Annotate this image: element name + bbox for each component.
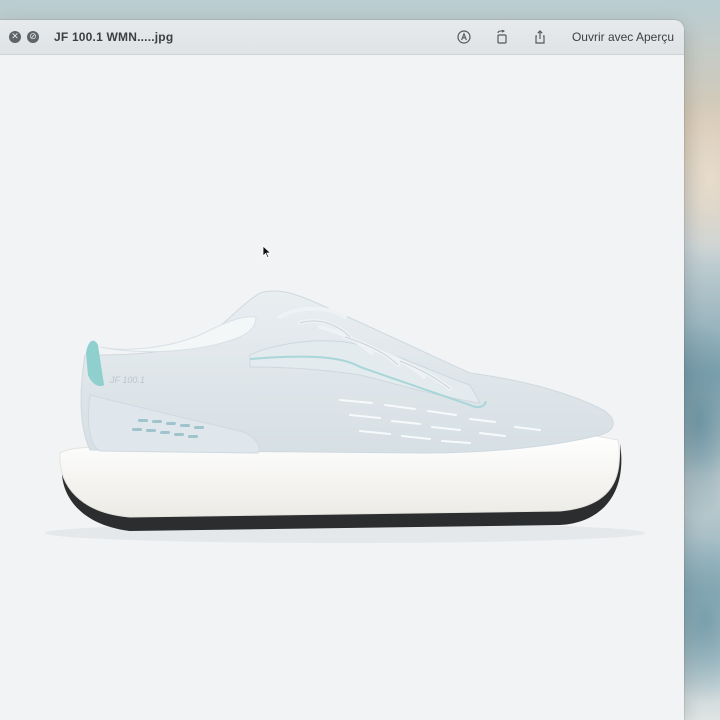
window-title: JF 100.1 WMN.....jpg — [54, 30, 174, 44]
shoe-label: JF 100.1 — [109, 375, 145, 385]
rotate-icon[interactable] — [494, 29, 510, 45]
desktop-background — [680, 0, 720, 720]
toolbar: Ouvrir avec Aperçu — [456, 20, 674, 54]
quicklook-window: ✕ ⊘ JF 100.1 WMN.....jpg Ouvrir avec Ape… — [0, 20, 684, 720]
image-preview: JF 100.1 — [0, 55, 684, 720]
markup-icon[interactable] — [456, 29, 472, 45]
close-icon[interactable]: ✕ — [9, 31, 21, 43]
sneaker-image: JF 100.1 — [45, 290, 645, 543]
share-icon[interactable] — [532, 29, 548, 45]
fullscreen-icon[interactable]: ⊘ — [27, 31, 39, 43]
window-controls: ✕ ⊘ — [9, 31, 39, 43]
title-bar: ✕ ⊘ JF 100.1 WMN.....jpg Ouvrir avec Ape… — [0, 20, 684, 55]
mouse-cursor-icon — [262, 245, 272, 259]
open-with-preview-button[interactable]: Ouvrir avec Aperçu — [572, 30, 674, 44]
